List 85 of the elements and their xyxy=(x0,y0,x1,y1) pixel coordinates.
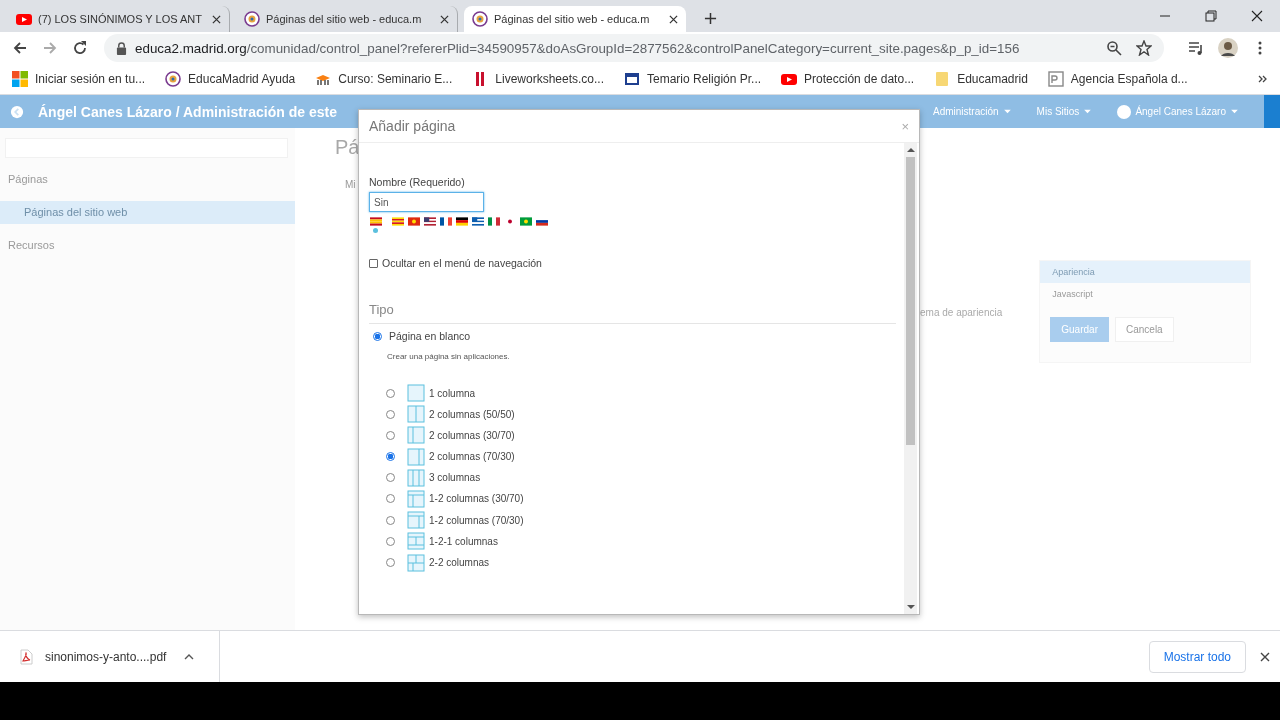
name-field[interactable]: Sin xyxy=(369,192,484,212)
radio-button[interactable] xyxy=(386,409,395,419)
radio-button[interactable] xyxy=(386,388,395,398)
scroll-up-icon[interactable] xyxy=(906,147,915,153)
badge-icon xyxy=(472,11,488,27)
bookmark[interactable]: Agencia Española d... xyxy=(1047,71,1188,87)
layout-icon xyxy=(407,384,425,402)
bookmark[interactable]: Liveworksheets.co... xyxy=(472,71,604,87)
pdf-icon xyxy=(19,648,33,665)
show-all-button[interactable]: Mostrar todo xyxy=(1148,640,1246,673)
new-tab-icon[interactable] xyxy=(704,12,717,25)
layout-icon xyxy=(407,532,425,551)
bookmark[interactable]: Curso: Seminario E... xyxy=(315,71,453,87)
lock-icon xyxy=(116,41,127,55)
bookmark[interactable]: Educamadrid xyxy=(934,71,1028,87)
zoom-icon[interactable] xyxy=(1106,40,1122,56)
layout-icon xyxy=(407,405,425,424)
description: Crear una página sin aplicaciones. xyxy=(387,352,510,361)
radio-label: 2-2 columnas xyxy=(429,557,490,568)
back-icon[interactable] xyxy=(12,40,28,56)
restore-icon[interactable] xyxy=(1205,10,1217,22)
flag-icon[interactable] xyxy=(471,217,484,226)
bookmark[interactable]: Iniciar sesión en tu... xyxy=(12,71,146,87)
radio-button[interactable] xyxy=(373,331,382,341)
radio-label: 1-2-1 columnas xyxy=(429,535,498,547)
radio-button[interactable] xyxy=(386,494,395,504)
radio-button[interactable] xyxy=(386,452,395,462)
browser-tab[interactable]: Páginas del sitio web - educa.m xyxy=(464,6,686,32)
radio-label: 3 columnas xyxy=(429,472,481,484)
scrollbar[interactable] xyxy=(904,143,917,614)
radio-button[interactable] xyxy=(386,473,395,483)
checkbox-label: Ocultar en el menú de navegación xyxy=(382,257,542,269)
flag-icon[interactable] xyxy=(455,217,468,226)
close-icon[interactable] xyxy=(1260,651,1270,662)
playlist-icon[interactable] xyxy=(1188,40,1204,56)
avatar-icon[interactable] xyxy=(1218,38,1238,58)
radio-button[interactable] xyxy=(386,558,395,567)
bookmark[interactable]: EducaMadrid Ayuda xyxy=(165,71,296,87)
address-bar[interactable]: educa2.madrid.org/comunidad/control_panel?refererPlid=34590957&doAsGroupId=2877562&controlPanelCategory=current_site.pages&p_p_id=156 xyxy=(104,34,1164,62)
radio-label: 2 columnas (50/50) xyxy=(429,408,515,420)
layout-icon xyxy=(407,553,425,572)
video-icon xyxy=(16,11,32,27)
radio-label: 1-2 columnas (70/30) xyxy=(429,514,524,526)
star-icon[interactable] xyxy=(1136,40,1152,56)
layout-icon xyxy=(407,426,425,445)
badge-icon xyxy=(165,71,182,87)
reload-icon[interactable] xyxy=(72,40,88,56)
section-heading: Tipo xyxy=(369,302,896,324)
tiles-icon xyxy=(12,71,28,87)
close-icon[interactable] xyxy=(212,14,221,24)
checkbox[interactable] xyxy=(369,258,378,268)
close-icon[interactable] xyxy=(440,14,449,24)
caret-icon[interactable] xyxy=(184,653,195,660)
flag-icon[interactable] xyxy=(439,217,452,226)
radio-button[interactable] xyxy=(386,536,395,546)
window-icon xyxy=(624,71,640,87)
radio-button[interactable] xyxy=(386,430,395,440)
field-label: Nombre (Requerido) xyxy=(369,176,465,188)
radio-label: 2 columnas (70/30) xyxy=(429,451,515,463)
label: ema de apariencia xyxy=(920,307,1003,318)
bookmark[interactable]: Protección de dato... xyxy=(781,71,915,87)
scroll-down-icon[interactable] xyxy=(906,604,915,610)
dialog-title: Añadir página xyxy=(369,118,457,134)
radio-label: 2 columnas (30/70) xyxy=(429,429,515,441)
flag-icon[interactable] xyxy=(369,217,382,226)
layout-icon xyxy=(407,447,425,466)
page-title: Ángel Canes Lázaro / Administración de este xyxy=(38,103,337,120)
document-icon xyxy=(1047,71,1064,87)
badge-icon xyxy=(244,11,260,27)
layout-icon xyxy=(407,489,425,508)
flag-icon[interactable] xyxy=(423,217,436,226)
video-icon xyxy=(781,71,798,87)
layout-icon xyxy=(407,468,425,487)
flag-icon[interactable] xyxy=(535,217,548,226)
radio-label: 1-2 columnas (30/70) xyxy=(429,493,524,505)
radio-button[interactable] xyxy=(386,515,395,525)
page-heading: Pá xyxy=(335,136,360,159)
bookmark[interactable]: Temario Religión Pr... xyxy=(624,71,762,87)
chevron-icon[interactable] xyxy=(1258,74,1268,84)
close-icon[interactable] xyxy=(669,14,678,24)
radio-label: 1 columna xyxy=(429,387,476,399)
radio-label: Página en blanco xyxy=(389,330,471,342)
download-file[interactable]: sinonimos-y-anto....pdf xyxy=(45,649,167,664)
layout-icon xyxy=(407,511,425,530)
close-icon[interactable] xyxy=(1251,10,1263,22)
